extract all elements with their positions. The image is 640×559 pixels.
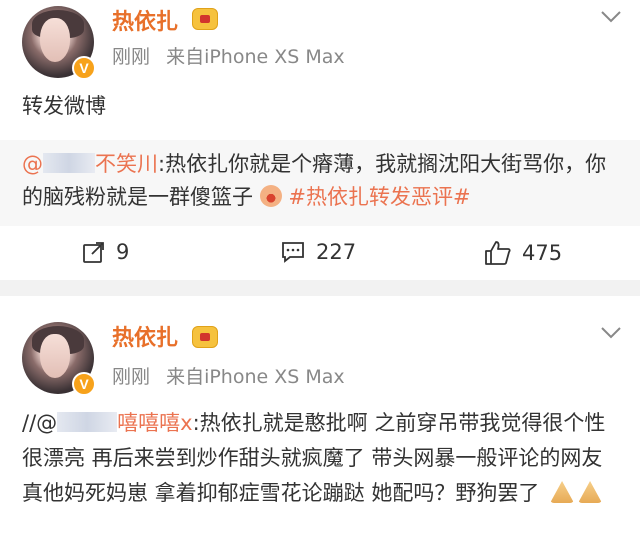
blurred-name bbox=[43, 153, 95, 173]
post-text: 转发微博 bbox=[22, 94, 106, 118]
comment-button[interactable]: 227 bbox=[280, 240, 356, 264]
username[interactable]: 热依扎 bbox=[112, 320, 178, 352]
folded-hands-icon bbox=[578, 481, 603, 503]
post-meta: 刚刚 来自iPhone XS Max bbox=[112, 42, 345, 69]
post-source: 来自iPhone XS Max bbox=[166, 46, 345, 68]
repost-button[interactable]: 9 bbox=[82, 240, 129, 264]
comment-icon bbox=[282, 242, 304, 263]
avatar[interactable]: V bbox=[22, 6, 96, 80]
post-card-1: V 热依扎 刚刚 来自iPhone XS Max 转发微博 @ 不笑川:热依扎你就… bbox=[0, 0, 640, 280]
mention-name[interactable]: 不笑川 bbox=[95, 152, 158, 176]
post-time: 刚刚 bbox=[112, 46, 151, 68]
verified-badge-icon: V bbox=[72, 372, 96, 396]
repost-icon bbox=[83, 242, 104, 263]
mention-name[interactable]: 嘻嘻嘻x bbox=[117, 411, 192, 435]
post-time: 刚刚 bbox=[112, 366, 151, 388]
like-icon bbox=[485, 241, 511, 265]
action-bar: 9 227 475 bbox=[0, 226, 640, 280]
repost-count: 9 bbox=[116, 240, 130, 264]
post-card-2: V 热依扎 刚刚 来自iPhone XS Max //@ 嘻嘻嘻x:热依扎就是憨批… bbox=[0, 296, 640, 559]
quoted-post[interactable]: @ 不笑川:热依扎你就是个瘠薄，我就搁沈阳大街骂你，你的脑残粉就是一群傻篮子 #热… bbox=[0, 140, 640, 226]
comment-count: 227 bbox=[316, 240, 357, 264]
topic-tag[interactable]: #热依扎转发恶评# bbox=[288, 185, 470, 209]
vip-crown-icon bbox=[192, 8, 218, 30]
emoji-icon bbox=[259, 185, 282, 207]
username[interactable]: 热依扎 bbox=[112, 4, 178, 36]
vip-crown-icon bbox=[192, 326, 218, 348]
like-button[interactable]: 475 bbox=[484, 240, 562, 266]
avatar[interactable]: V bbox=[22, 322, 96, 396]
verified-badge-icon: V bbox=[72, 56, 96, 80]
chevron-down-icon[interactable] bbox=[600, 326, 622, 340]
post-meta: 刚刚 来自iPhone XS Max bbox=[112, 362, 345, 389]
repost-prefix: //@ bbox=[22, 411, 58, 435]
folded-hands-icon bbox=[550, 481, 575, 503]
post-source: 来自iPhone XS Max bbox=[166, 366, 345, 388]
chevron-down-icon[interactable] bbox=[600, 10, 622, 24]
mention-prefix: @ bbox=[22, 152, 43, 176]
like-count: 475 bbox=[522, 241, 563, 265]
post-body: //@ 嘻嘻嘻x:热依扎就是憨批啊 之前穿吊带我觉得很个性很漂亮 再后来尝到炒作甜… bbox=[22, 406, 622, 511]
blurred-name bbox=[57, 412, 118, 432]
